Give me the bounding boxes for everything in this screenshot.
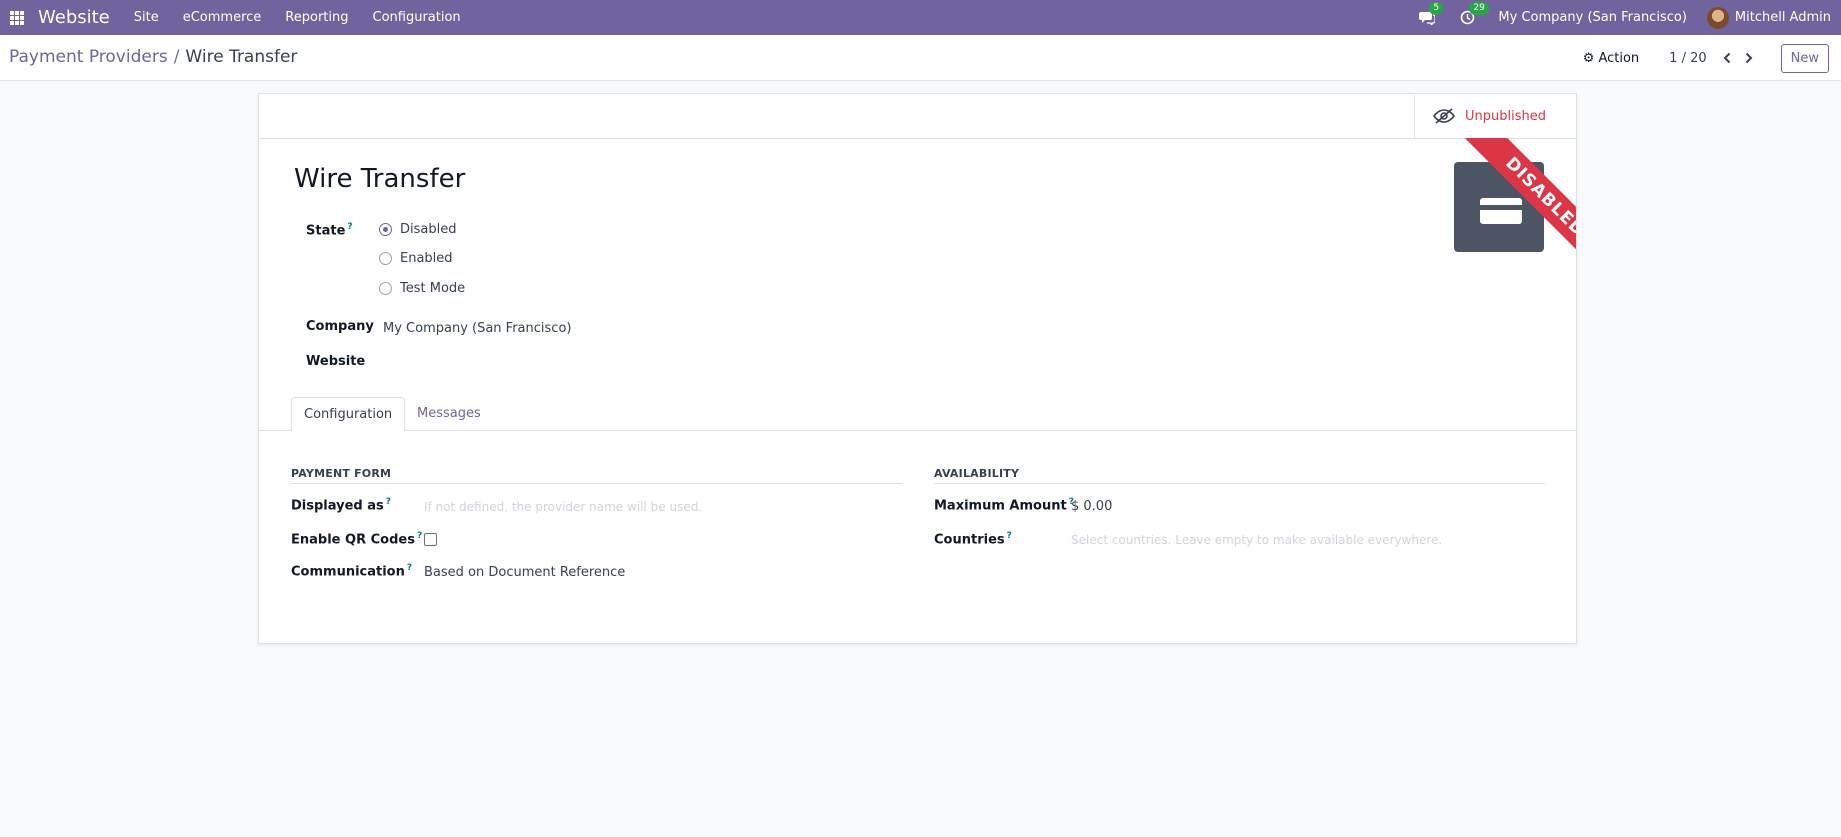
messages-button[interactable]: 5 xyxy=(1418,1,1444,27)
messages-count-badge: 5 xyxy=(1429,1,1444,15)
user-avatar[interactable] xyxy=(1706,6,1729,29)
payment-form-divider xyxy=(291,483,902,484)
activities-count-badge: 29 xyxy=(1469,1,1489,15)
control-panel: Payment Providers / Wire Transfer ⚙ Action… xyxy=(0,35,1841,81)
publish-status: Unpublished xyxy=(1465,108,1546,124)
website-field[interactable] xyxy=(383,354,783,372)
top-navbar: Website Site eCommerce Reporting Configu… xyxy=(0,0,1841,35)
website-label: Website xyxy=(306,354,366,369)
notebook-tabs: Configuration Messages xyxy=(259,397,1576,431)
state-option-disabled[interactable]: Disabled xyxy=(379,222,456,237)
availability-divider xyxy=(934,483,1545,484)
configuration-tab-content: PAYMENT FORM Displayed as? If not define… xyxy=(259,432,1576,643)
payment-form-title: PAYMENT FORM xyxy=(291,467,392,480)
countries-input[interactable]: Select countries. Leave empty to make av… xyxy=(1071,533,1442,547)
eye-slash-icon xyxy=(1433,108,1455,124)
pager-next-button[interactable] xyxy=(1739,48,1759,68)
form-sheet: Unpublished DISABLED Wire Transfer State… xyxy=(258,93,1577,644)
pager-value[interactable]: 1 / 20 xyxy=(1669,51,1706,66)
app-brand[interactable]: Website xyxy=(38,7,110,28)
displayed-as-label: Displayed as? xyxy=(291,497,391,514)
ribbon-text: DISABLED xyxy=(1460,138,1576,278)
communication-label: Communication? xyxy=(291,563,413,580)
chevron-right-icon xyxy=(1745,52,1753,64)
apps-grid-icon[interactable] xyxy=(10,10,24,25)
state-option-test-mode[interactable]: Test Mode xyxy=(379,281,465,296)
record-title[interactable]: Wire Transfer xyxy=(294,164,465,194)
state-ribbon: DISABLED xyxy=(1436,138,1576,278)
communication-field[interactable]: Based on Document Reference xyxy=(424,565,625,580)
radio-unchecked[interactable] xyxy=(379,282,392,295)
publish-toggle-button[interactable]: Unpublished xyxy=(1414,94,1576,138)
tab-configuration[interactable]: Configuration xyxy=(291,397,406,431)
radio-checked[interactable] xyxy=(379,223,392,236)
state-option-enabled[interactable]: Enabled xyxy=(379,251,453,266)
chevron-left-icon xyxy=(1723,52,1730,64)
user-menu[interactable]: Mitchell Admin xyxy=(1735,10,1831,25)
company-field[interactable]: My Company (San Francisco) xyxy=(383,321,571,336)
breadcrumb-separator: / xyxy=(173,47,180,67)
new-record-button[interactable]: New xyxy=(1780,43,1829,73)
maximum-amount-field[interactable]: $ 0.00 xyxy=(1071,499,1112,514)
action-label: Action xyxy=(1598,50,1640,66)
breadcrumb-parent[interactable]: Payment Providers xyxy=(9,47,168,67)
breadcrumb-current: Wire Transfer xyxy=(185,47,298,67)
menu-item-reporting[interactable]: Reporting xyxy=(273,10,360,25)
pager-previous-button[interactable] xyxy=(1717,48,1737,68)
countries-label: Countries? xyxy=(934,531,1012,548)
enable-qr-checkbox[interactable] xyxy=(424,533,437,546)
radio-unchecked[interactable] xyxy=(379,252,392,265)
breadcrumb: Payment Providers / Wire Transfer xyxy=(9,47,297,67)
menu-item-configuration[interactable]: Configuration xyxy=(361,10,473,25)
help-tooltip-icon[interactable]: ? xyxy=(1007,531,1012,541)
tab-messages[interactable]: Messages xyxy=(405,397,493,431)
state-label: State? xyxy=(306,222,353,239)
availability-title: AVAILABILITY xyxy=(934,467,1020,480)
activities-button[interactable]: 29 xyxy=(1458,1,1489,27)
company-switcher[interactable]: My Company (San Francisco) xyxy=(1498,10,1686,25)
main-menu: Site eCommerce Reporting Configuration xyxy=(122,10,473,25)
maximum-amount-label: Maximum Amount? xyxy=(934,497,1074,514)
displayed-as-input[interactable]: If not defined, the provider name will b… xyxy=(424,500,702,514)
enable-qr-label: Enable QR Codes? xyxy=(291,531,423,548)
help-tooltip-icon[interactable]: ? xyxy=(386,497,391,507)
action-menu-button[interactable]: ⚙ Action xyxy=(1583,51,1639,66)
control-panel-right: ⚙ Action 1 / 20 New xyxy=(1583,43,1829,73)
smart-button-box: Unpublished xyxy=(259,94,1576,139)
company-label: Company xyxy=(306,319,374,334)
help-tooltip-icon[interactable]: ? xyxy=(417,531,422,541)
menu-item-site[interactable]: Site xyxy=(122,10,171,25)
menu-item-ecommerce[interactable]: eCommerce xyxy=(171,10,274,25)
navbar-systray: 5 29 My Company (San Francisco) Mitchell… xyxy=(1418,0,1831,35)
gear-icon: ⚙ xyxy=(1582,50,1595,66)
help-tooltip-icon[interactable]: ? xyxy=(347,222,352,232)
help-tooltip-icon[interactable]: ? xyxy=(407,563,412,573)
